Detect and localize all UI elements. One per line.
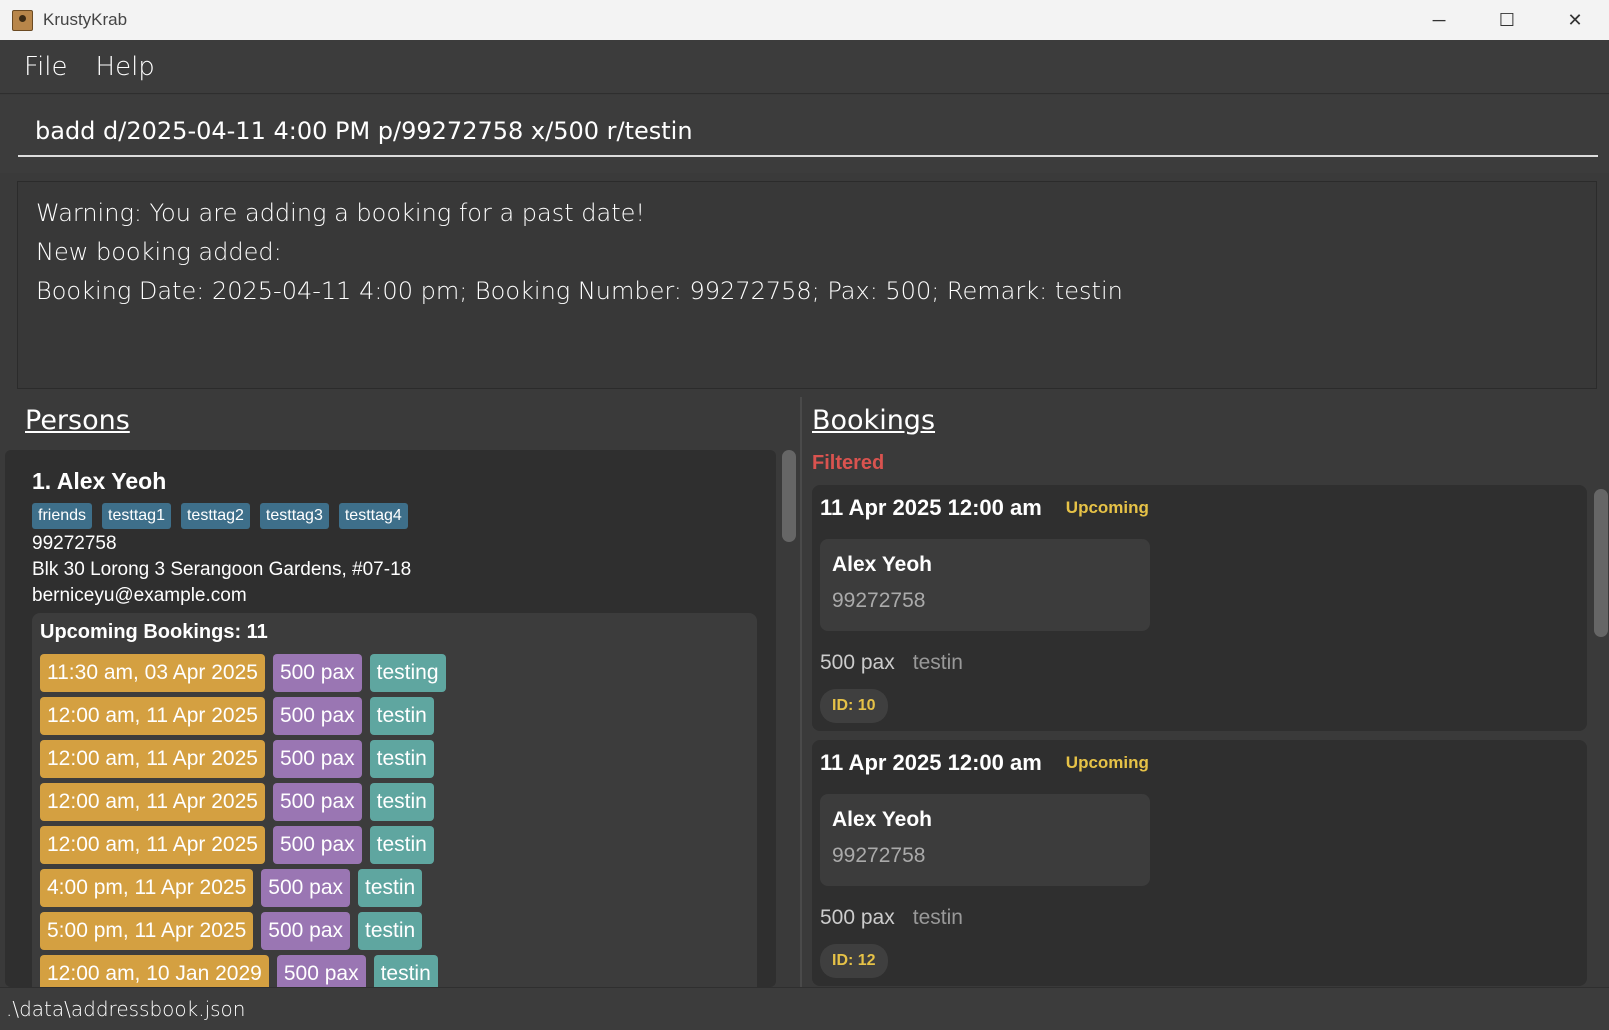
command-input[interactable]	[18, 107, 1598, 157]
person-email: berniceyu@example.com	[32, 585, 247, 606]
booking-remark-chip: testin	[369, 740, 434, 778]
booking-meta: 500 pax testin	[820, 906, 1579, 930]
tag: testtag3	[259, 503, 329, 529]
bookings-panel: Bookings Filtered 11 Apr 2025 12:00 am U…	[802, 397, 1609, 987]
close-button[interactable]: ✕	[1541, 0, 1609, 40]
booking-date-chip: 4:00 pm, 11 Apr 2025	[40, 869, 254, 907]
booking-id-badge: ID: 12	[820, 944, 888, 978]
booking-status: Upcoming	[1065, 753, 1149, 772]
booking-pax-chip: 500 pax	[272, 697, 362, 735]
booking-remark-chip: testin	[369, 697, 434, 735]
booking-card[interactable]: 11 Apr 2025 12:00 am Upcoming Alex Yeoh …	[812, 740, 1587, 986]
booking-id-badge: ID: 10	[820, 689, 888, 723]
person-phone: 99272758	[32, 533, 117, 554]
upcoming-bookings-box: Upcoming Bookings: 11 11:30 am, 03 Apr 2…	[32, 613, 757, 987]
person-list-scrollbar[interactable]	[782, 450, 796, 542]
tag-list: friends testtag1 testtag2 testtag3 testt…	[32, 503, 749, 529]
booking-row: 12:00 am, 11 Apr 2025 500 pax testin	[40, 783, 749, 821]
person-list[interactable]: 1. Alex Yeoh friends testtag1 testtag2 t…	[5, 450, 776, 987]
command-area	[0, 95, 1609, 173]
booking-remark-chip: testin	[369, 783, 434, 821]
booking-card-header: 11 Apr 2025 12:00 am Upcoming	[820, 750, 1579, 776]
booking-pax-chip: 500 pax	[272, 740, 362, 778]
booking-person-phone: 99272758	[832, 844, 926, 867]
booking-date-chip: 11:30 am, 03 Apr 2025	[40, 654, 265, 692]
booking-pax-chip: 500 pax	[272, 826, 362, 864]
result-line: Warning: You are adding a booking for a …	[36, 199, 646, 227]
booking-date-chip: 5:00 pm, 11 Apr 2025	[40, 912, 254, 950]
tag: friends	[32, 503, 93, 529]
window-title: KrustyKrab	[43, 10, 128, 29]
booking-remark-chip: testing	[369, 654, 446, 692]
tag: testtag4	[338, 503, 408, 529]
booking-date: 11 Apr 2025 12:00 am	[820, 750, 1042, 775]
booking-pax-chip: 500 pax	[276, 955, 366, 987]
booking-list[interactable]: 11 Apr 2025 12:00 am Upcoming Alex Yeoh …	[812, 485, 1587, 987]
booking-row: 12:00 am, 11 Apr 2025 500 pax testin	[40, 826, 749, 864]
booking-remark-chip: testin	[358, 912, 423, 950]
booking-date-chip: 12:00 am, 11 Apr 2025	[40, 740, 265, 778]
booking-list-scrollbar[interactable]	[1594, 489, 1608, 637]
booking-pax-chip: 500 pax	[272, 654, 362, 692]
menu-file[interactable]: File	[24, 52, 68, 82]
menu-help[interactable]: Help	[96, 52, 155, 82]
booking-remark-chip: testin	[373, 955, 438, 987]
booking-remark-chip: testin	[369, 826, 434, 864]
booking-pax: 500 pax	[820, 906, 895, 929]
person-address: Blk 30 Lorong 3 Serangoon Gardens, #07-1…	[32, 559, 412, 580]
bookings-heading: Bookings	[812, 405, 936, 436]
result-line: Booking Date: 2025-04-11 4:00 pm; Bookin…	[36, 277, 1123, 305]
booking-pax-chip: 500 pax	[272, 783, 362, 821]
booking-row: 11:30 am, 03 Apr 2025 500 pax testing	[40, 654, 749, 692]
booking-date: 11 Apr 2025 12:00 am	[820, 495, 1042, 520]
person-card[interactable]: 1. Alex Yeoh friends testtag1 testtag2 t…	[5, 450, 776, 987]
tag: testtag2	[180, 503, 250, 529]
booking-remark: testin	[912, 651, 963, 674]
booking-row: 12:00 am, 11 Apr 2025 500 pax testin	[40, 697, 749, 735]
booking-person-name: Alex Yeoh	[832, 553, 932, 576]
booking-row: 5:00 pm, 11 Apr 2025 500 pax testin	[40, 912, 749, 950]
booking-card-header: 11 Apr 2025 12:00 am Upcoming	[820, 495, 1579, 521]
booking-pax-chip: 500 pax	[261, 912, 350, 950]
booking-row: 4:00 pm, 11 Apr 2025 500 pax testin	[40, 869, 749, 907]
tag: testtag1	[102, 503, 171, 529]
booking-card[interactable]: 11 Apr 2025 12:00 am Upcoming Alex Yeoh …	[812, 485, 1587, 731]
menu-bar: File Help	[0, 40, 1609, 94]
filtered-label: Filtered	[812, 452, 885, 474]
booking-date-chip: 12:00 am, 11 Apr 2025	[40, 783, 265, 821]
result-line: New booking added:	[36, 238, 282, 266]
booking-pax-chip: 500 pax	[261, 869, 350, 907]
window-controls: ─ ☐ ✕	[1405, 0, 1609, 40]
title-bar: KrustyKrab ─ ☐ ✕	[0, 0, 1609, 40]
upcoming-bookings-label: Upcoming Bookings: 11	[40, 621, 268, 643]
save-file-path: .\data\addressbook.json	[6, 997, 246, 1021]
booking-person: Alex Yeoh 99272758	[820, 794, 1150, 886]
booking-row: 12:00 am, 11 Apr 2025 500 pax testin	[40, 740, 749, 778]
booking-person: Alex Yeoh 99272758	[820, 539, 1150, 631]
booking-date-chip: 12:00 am, 11 Apr 2025	[40, 826, 265, 864]
booking-meta: 500 pax testin	[820, 651, 1579, 675]
persons-panel: Persons 1. Alex Yeoh friends testtag1 te…	[0, 397, 800, 987]
result-display: Warning: You are adding a booking for a …	[17, 181, 1597, 389]
minimize-button[interactable]: ─	[1405, 0, 1473, 40]
booking-remark-chip: testin	[358, 869, 423, 907]
persons-heading: Persons	[25, 405, 130, 436]
booking-date-chip: 12:00 am, 10 Jan 2029	[40, 955, 269, 987]
booking-row: 12:00 am, 10 Jan 2029 500 pax testin	[40, 955, 749, 987]
app-icon	[12, 9, 33, 31]
booking-person-phone: 99272758	[832, 589, 926, 612]
booking-pax: 500 pax	[820, 651, 895, 674]
booking-status: Upcoming	[1065, 498, 1149, 517]
booking-remark: testin	[912, 906, 963, 929]
maximize-button[interactable]: ☐	[1473, 0, 1541, 40]
booking-date-chip: 12:00 am, 11 Apr 2025	[40, 697, 265, 735]
person-name: 1. Alex Yeoh	[32, 468, 167, 494]
booking-person-name: Alex Yeoh	[832, 808, 932, 831]
status-bar: .\data\addressbook.json	[0, 987, 1609, 1030]
